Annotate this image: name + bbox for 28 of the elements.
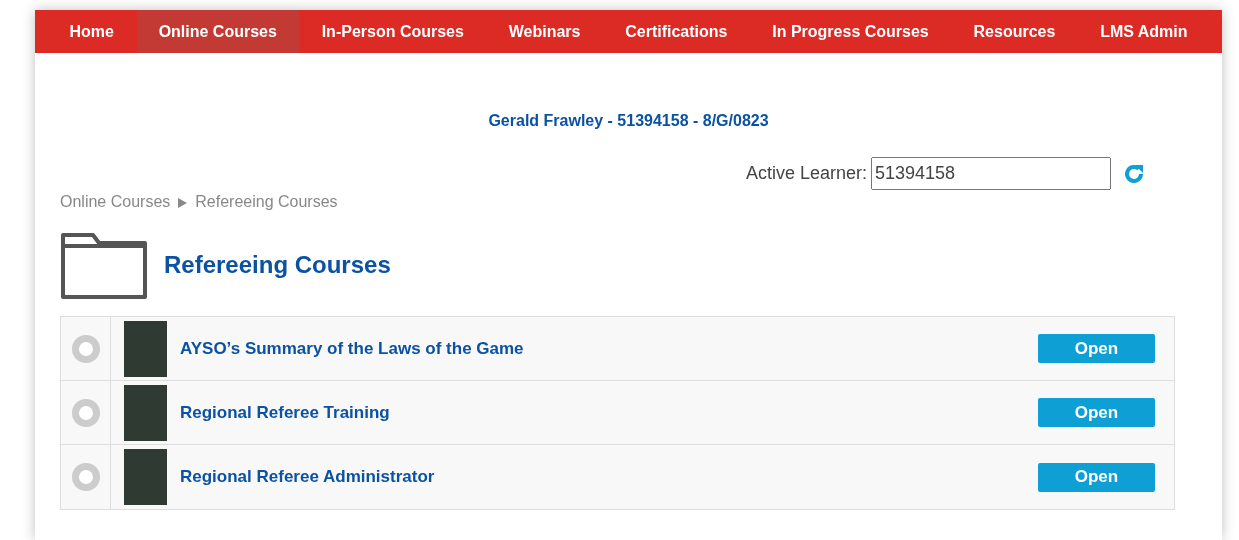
nav-tab[interactable]: In-Person Courses [299, 10, 486, 53]
active-learner-field[interactable]: 51394158 [871, 157, 1111, 190]
breadcrumb-link[interactable]: Online Courses [60, 190, 171, 214]
nav-tab[interactable]: In Progress Courses [750, 10, 951, 53]
photo-placeholder [124, 320, 167, 377]
radio-button[interactable] [71, 334, 100, 363]
nav-tab[interactable]: Online Courses [136, 10, 299, 53]
breadcrumb-link[interactable]: Refereeing Courses [195, 190, 338, 214]
page-heading: Refereeing Courses [164, 250, 391, 280]
nav-tab[interactable]: LMS Admin [1078, 10, 1210, 53]
course-title-link[interactable]: AYSO’s Summary of the Laws of the Game [180, 335, 1038, 362]
folder-icon [60, 230, 148, 300]
nav-tab[interactable]: Home [47, 10, 136, 53]
photo-placeholder [124, 449, 167, 505]
open-button[interactable]: Open [1038, 334, 1155, 363]
nav-tab[interactable]: Certifications [603, 10, 750, 53]
radio-button[interactable] [71, 463, 100, 491]
photo-placeholder [124, 384, 167, 441]
radio-button[interactable] [71, 398, 100, 427]
refresh-icon[interactable] [1123, 162, 1145, 185]
nav-tab[interactable]: Webinars [486, 10, 603, 53]
course-title-link[interactable]: Regional Referee Training [180, 399, 1038, 426]
nav-tab[interactable]: Resources [951, 10, 1078, 53]
open-button[interactable]: Open [1038, 398, 1155, 427]
open-button[interactable]: Open [1038, 462, 1155, 492]
active-learner-label: Active Learner: [745, 162, 867, 185]
course-title-link[interactable]: Regional Referee Administrator [180, 464, 1038, 490]
learner-name-text: Gerald Frawley - 51394158 - 8/G/0823 [488, 112, 769, 129]
